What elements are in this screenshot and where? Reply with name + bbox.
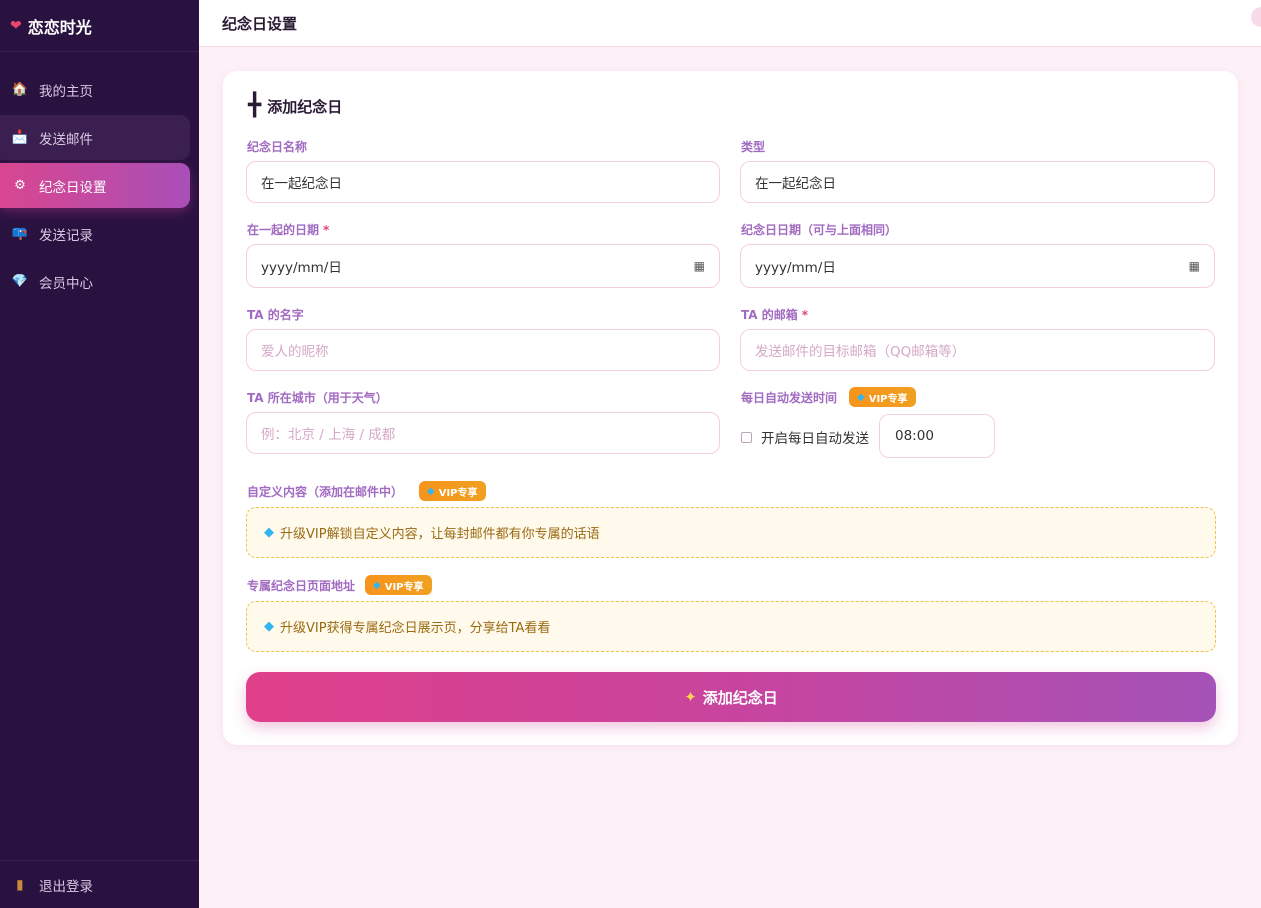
sidebar-nav: 🏠 我的主页 📩 发送邮件 ⚙ 纪念日设置 📪 发送记录 💎 会员中心	[0, 67, 199, 307]
logout-label: 退出登录	[39, 878, 93, 895]
home-icon: 🏠	[11, 82, 29, 97]
sidebar-item-label: 发送记录	[39, 227, 93, 244]
diamond-icon: ◆	[857, 391, 865, 403]
auto-send-time-input[interactable]: 08:00	[879, 414, 995, 458]
ta-name-label: TA 的名字	[247, 306, 304, 323]
together-date-label: 在一起的日期 *	[247, 221, 329, 238]
vip-badge-text: VIP专享	[438, 487, 478, 499]
custom-content-label-text: 自定义内容（添加在邮件中）	[247, 484, 404, 499]
anniversary-name-input[interactable]: 在一起纪念日	[246, 161, 720, 203]
anniversary-date-label-text: 纪念日日期（可与上面相同）	[741, 223, 898, 237]
anniversary-date-value: yyyy/mm/日	[755, 260, 836, 276]
type-label-text: 类型	[741, 140, 766, 154]
anniversary-date-input[interactable]: yyyy/mm/日 ▦	[740, 244, 1215, 288]
diamond-icon: ◆	[264, 619, 274, 634]
sparkle-icon: ✦	[684, 688, 697, 706]
required-mark: *	[323, 222, 330, 237]
vip-badge: ◆ VIP专享	[365, 575, 432, 595]
exclusive-page-vip-box[interactable]: ◆ 升级VIP获得专属纪念日展示页，分享给TA看看	[246, 601, 1216, 652]
anniversary-name-value: 在一起纪念日	[261, 176, 342, 192]
together-date-input[interactable]: yyyy/mm/日 ▦	[246, 244, 720, 288]
mailbox-icon: 📪	[11, 226, 29, 241]
auto-send-checkbox-label: 开启每日自动发送	[761, 431, 869, 447]
card-title: ╋ 添加纪念日	[248, 95, 342, 117]
diamond-icon: ◆	[427, 485, 435, 497]
gear-icon: ⚙	[14, 178, 26, 193]
plus-icon: ╋	[248, 93, 262, 118]
auto-send-time-value: 08:00	[895, 428, 934, 444]
sidebar-item-send-history[interactable]: 📪 发送记录	[0, 211, 190, 256]
diamond-icon: ◆	[373, 579, 381, 591]
sidebar-item-membership[interactable]: 💎 会员中心	[0, 259, 190, 304]
avatar[interactable]	[1251, 7, 1261, 27]
calendar-icon[interactable]: ▦	[1189, 259, 1200, 273]
add-anniversary-button-label: 添加纪念日	[702, 688, 778, 707]
calendar-icon[interactable]: ▦	[694, 259, 705, 273]
vip-badge-text: VIP专享	[384, 581, 424, 593]
sidebar-item-label: 发送邮件	[39, 131, 93, 148]
auto-send-checkbox-row[interactable]: 开启每日自动发送	[741, 427, 869, 447]
ta-email-input[interactable]: 发送邮件的目标邮箱（QQ邮箱等）	[740, 329, 1215, 371]
required-mark: *	[801, 307, 809, 322]
type-select[interactable]: 在一起纪念日	[740, 161, 1215, 203]
exclusive-page-label-text: 专属纪念日页面地址	[247, 578, 356, 593]
mail-icon: 📩	[11, 130, 29, 145]
sidebar-item-label: 纪念日设置	[39, 179, 107, 196]
city-label: TA 所在城市（用于天气）	[247, 389, 388, 406]
city-label-text: TA 所在城市（用于天气）	[247, 391, 388, 405]
door-icon: ▮	[16, 876, 24, 893]
ta-email-label: TA 的邮箱 *	[741, 306, 808, 323]
auto-send-label-text: 每日自动发送时间	[741, 390, 838, 405]
name-label: 纪念日名称	[247, 138, 307, 155]
sidebar: ❤ 恋恋时光 🏠 我的主页 📩 发送邮件 ⚙ 纪念日设置 📪 发送记录 💎 会员…	[0, 0, 199, 908]
brand-name: 恋恋时光	[27, 17, 92, 37]
brand: ❤ 恋恋时光	[0, 0, 199, 52]
custom-content-label: 自定义内容（添加在邮件中） ◆ VIP专享	[247, 481, 486, 501]
logout-button[interactable]: ▮ 退出登录	[0, 860, 199, 908]
diamond-icon: ◆	[264, 525, 274, 540]
vip-badge: ◆ VIP专享	[849, 387, 916, 407]
diamond-icon: 💎	[11, 274, 29, 289]
sidebar-item-label: 会员中心	[39, 275, 93, 292]
heart-icon: ❤	[10, 17, 22, 34]
ta-email-placeholder: 发送邮件的目标邮箱（QQ邮箱等）	[755, 344, 966, 360]
type-select-value: 在一起纪念日	[755, 176, 836, 192]
custom-content-vip-box[interactable]: ◆ 升级VIP解锁自定义内容，让每封邮件都有你专属的话语	[246, 507, 1216, 558]
vip-badge-text: VIP专享	[868, 393, 908, 405]
page-title: 纪念日设置	[222, 14, 298, 33]
sidebar-item-home[interactable]: 🏠 我的主页	[0, 67, 190, 112]
custom-content-vip-text: 升级VIP解锁自定义内容，让每封邮件都有你专属的话语	[280, 527, 600, 542]
name-label-text: 纪念日名称	[247, 140, 308, 154]
together-date-label-text: 在一起的日期	[247, 223, 320, 237]
card-title-text: 添加纪念日	[267, 97, 343, 116]
anniversary-date-label: 纪念日日期（可与上面相同）	[741, 221, 897, 238]
ta-name-input[interactable]: 爱人的昵称	[246, 329, 720, 371]
auto-send-label: 每日自动发送时间 ◆ VIP专享	[741, 387, 916, 407]
sidebar-item-send-mail[interactable]: 📩 发送邮件	[0, 115, 190, 160]
auto-send-checkbox[interactable]	[741, 431, 752, 443]
ta-name-placeholder: 爱人的昵称	[261, 344, 329, 360]
vip-badge: ◆ VIP专享	[419, 481, 486, 501]
city-placeholder: 例：北京 / 上海 / 成都	[261, 427, 396, 443]
together-date-value: yyyy/mm/日	[261, 260, 342, 276]
exclusive-page-vip-text: 升级VIP获得专属纪念日展示页，分享给TA看看	[280, 621, 551, 636]
sidebar-item-anniversary-settings[interactable]: ⚙ 纪念日设置	[0, 163, 190, 208]
top-header: 纪念日设置	[199, 0, 1261, 47]
add-anniversary-card: ╋ 添加纪念日 纪念日名称 在一起纪念日 类型 在一起纪念日 在一起的日期 * …	[223, 71, 1238, 745]
type-label: 类型	[741, 138, 765, 155]
ta-name-label-text: TA 的名字	[247, 308, 304, 322]
city-input[interactable]: 例：北京 / 上海 / 成都	[246, 412, 720, 454]
sidebar-item-label: 我的主页	[39, 83, 93, 100]
ta-email-label-text: TA 的邮箱	[741, 308, 798, 322]
exclusive-page-label: 专属纪念日页面地址 ◆ VIP专享	[247, 575, 432, 595]
add-anniversary-button[interactable]: ✦ 添加纪念日	[246, 672, 1216, 722]
